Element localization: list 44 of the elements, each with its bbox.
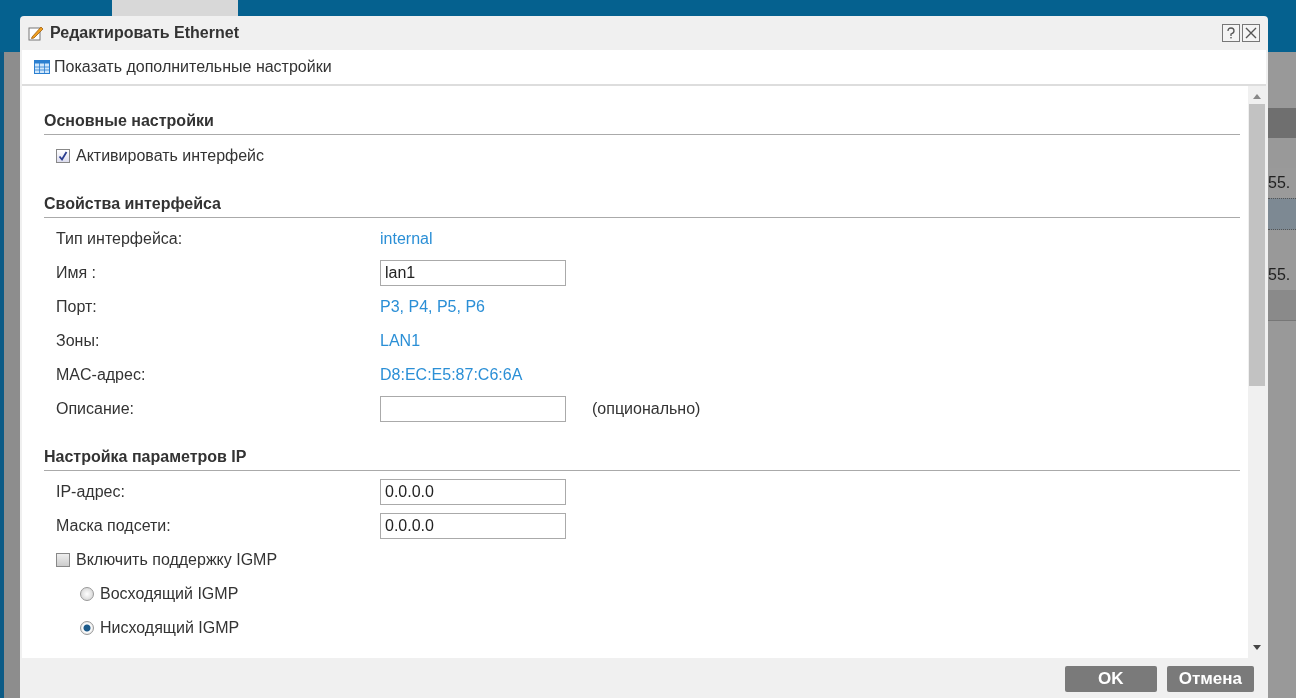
table-cell: 55. bbox=[1268, 174, 1291, 191]
field-value: P3, P4, P5, P6 bbox=[380, 298, 485, 316]
field-label: Тип интерфейса: bbox=[56, 230, 184, 248]
table-cell: 55. bbox=[1268, 266, 1291, 283]
field-label: Описание: bbox=[56, 400, 136, 418]
input-field[interactable]: lan1 bbox=[380, 260, 566, 286]
section-heading: Основные настройки bbox=[44, 112, 1240, 135]
section-heading: Настройка параметров IP bbox=[44, 448, 1240, 471]
field-value: internal bbox=[380, 230, 433, 248]
checkbox[interactable] bbox=[56, 553, 70, 567]
field-label: Порт: bbox=[56, 298, 98, 316]
help-button[interactable] bbox=[1222, 24, 1240, 42]
table-icon bbox=[34, 60, 50, 74]
input-field[interactable]: 0.0.0.0 bbox=[380, 479, 566, 505]
radio-option[interactable]: Нисходящий IGMP bbox=[80, 619, 240, 637]
dialog-button[interactable]: OK bbox=[1064, 666, 1157, 692]
input-field[interactable]: 0.0.0.0 bbox=[380, 513, 566, 539]
help-icon bbox=[1224, 26, 1238, 40]
field-value: D8:EC:E5:87:C6:6A bbox=[380, 366, 523, 384]
radio-button[interactable] bbox=[80, 621, 94, 635]
field-label: Имя : bbox=[56, 264, 98, 282]
input-field[interactable] bbox=[380, 396, 566, 422]
radio-option[interactable]: Восходящий IGMP bbox=[80, 585, 239, 603]
checkbox-option[interactable]: Активировать интерфейс bbox=[56, 147, 265, 165]
dialog-title: Редактировать Ethernet bbox=[50, 24, 240, 42]
table-row[interactable] bbox=[1268, 198, 1296, 230]
close-button[interactable] bbox=[1242, 24, 1260, 42]
scroll-up-icon[interactable] bbox=[1252, 92, 1262, 100]
radio-button[interactable] bbox=[80, 587, 94, 601]
field-label: Зоны: bbox=[56, 332, 101, 350]
field-note: (опционально) bbox=[592, 400, 701, 418]
checkbox-option[interactable]: Включить поддержку IGMP bbox=[56, 551, 278, 569]
advanced-settings-link[interactable]: Показать дополнительные настройки bbox=[34, 58, 332, 76]
dialog-button[interactable]: Отмена bbox=[1166, 666, 1254, 692]
field-label: Маска подсети: bbox=[56, 517, 172, 535]
field-label: MAC-адрес: bbox=[56, 366, 147, 384]
checkbox[interactable] bbox=[56, 149, 70, 163]
section-heading: Свойства интерфейса bbox=[44, 195, 1240, 218]
table-header bbox=[1268, 108, 1296, 138]
close-icon bbox=[1244, 26, 1258, 40]
scroll-down-icon[interactable] bbox=[1252, 644, 1262, 652]
edit-icon bbox=[28, 25, 44, 41]
field-label: IP-адрес: bbox=[56, 483, 126, 501]
field-value: LAN1 bbox=[380, 332, 421, 350]
